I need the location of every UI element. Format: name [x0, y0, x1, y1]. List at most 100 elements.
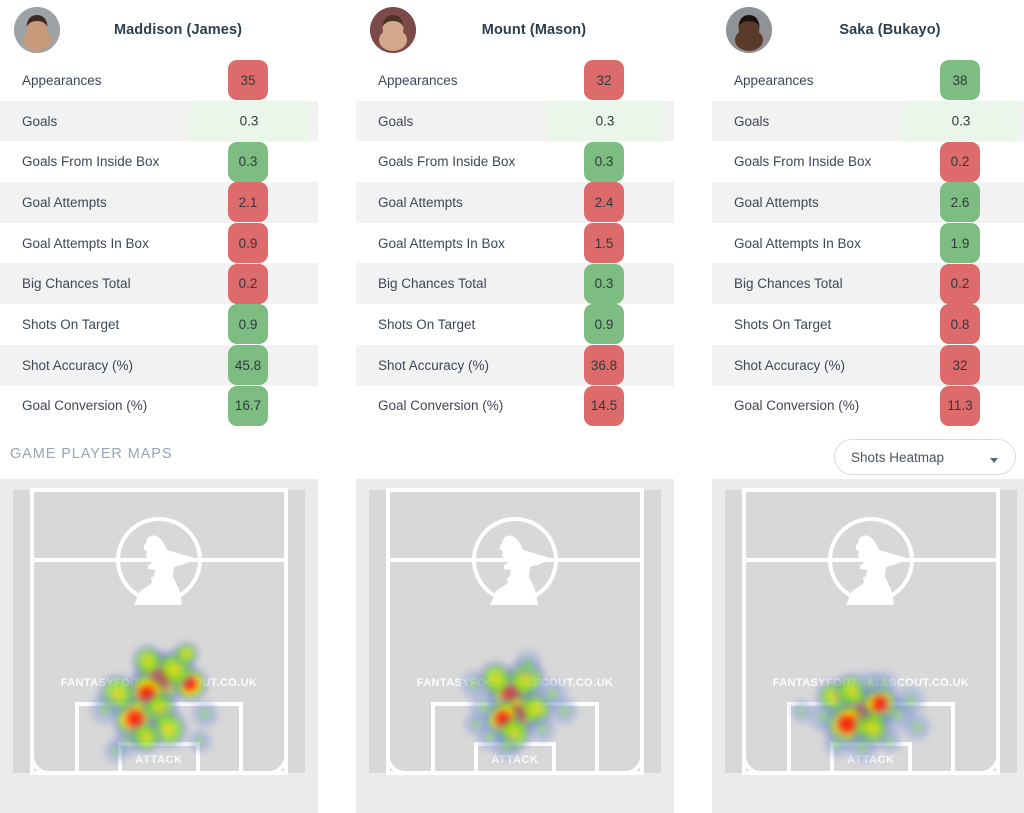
stat-value-badge: 0.3 [546, 100, 664, 142]
player-stat-column: Mount (Mason) Appearances 32 Goals 0.3 Goals … [356, 0, 674, 437]
stat-value-badge: 45.8 [228, 345, 268, 386]
stat-label: Shot Accuracy (%) [378, 357, 490, 373]
stat-label: Appearances [734, 72, 814, 88]
stat-value-badge: 0.2 [940, 141, 980, 182]
svg-text:ATTACK: ATTACK [491, 754, 538, 766]
stat-list: Appearances 32 Goals 0.3 Goals From Inside B… [356, 60, 674, 426]
player-header: Maddison (James) [0, 0, 318, 60]
player-name: Saka (Bukayo) [839, 22, 941, 38]
stat-row: Shots On Target 0.9 [0, 304, 318, 345]
player-stat-column: Maddison (James) Appearances 35 Goals 0.3 Goa… [0, 0, 318, 437]
stat-row: Goal Attempts 2.1 [0, 182, 318, 223]
stat-value-badge: 16.7 [228, 385, 268, 426]
svg-text:FANTASYFOOTBALLSCOUT.CO.UK: FANTASYFOOTBALLSCOUT.CO.UK [417, 677, 614, 689]
stat-row: Goal Attempts In Box 0.9 [0, 223, 318, 264]
player-header: Saka (Bukayo) [712, 0, 1024, 60]
stat-value-badge: 0.9 [228, 304, 268, 345]
stat-row: Appearances 32 [356, 60, 674, 101]
stat-value-badge: 0.3 [902, 100, 1020, 142]
stat-value-badge: 0.3 [584, 263, 624, 304]
stat-value-badge: 11.3 [940, 385, 980, 426]
stat-value-badge: 1.9 [940, 223, 980, 264]
stat-label: Goal Attempts In Box [378, 235, 505, 251]
stat-value-badge: 1.5 [584, 223, 624, 264]
stat-value-badge: 0.2 [228, 263, 268, 304]
stat-label: Goal Attempts [22, 194, 107, 210]
stat-row: Goal Attempts In Box 1.9 [712, 223, 1024, 264]
stat-label: Big Chances Total [378, 276, 487, 292]
stat-label: Goal Attempts In Box [22, 235, 149, 251]
stat-label: Appearances [22, 72, 102, 88]
player-stat-column: Saka (Bukayo) Appearances 38 Goals 0.3 Goals … [712, 0, 1024, 437]
svg-text:FANTASYFOOTBALLSCOUT.CO.UK: FANTASYFOOTBALLSCOUT.CO.UK [773, 677, 970, 689]
stat-list: Appearances 35 Goals 0.3 Goals From Inside B… [0, 60, 318, 426]
stat-row: Goals 0.3 [712, 100, 1024, 142]
svg-text:FANTASYFOOTBALLSCOUT.CO.UK: FANTASYFOOTBALLSCOUT.CO.UK [61, 677, 258, 689]
stat-label: Shots On Target [378, 316, 476, 332]
stat-label: Goal Attempts In Box [734, 235, 861, 251]
map-type-select[interactable]: Shots Heatmap [834, 439, 1016, 475]
stat-label: Goals From Inside Box [22, 154, 160, 170]
stat-row: Shots On Target 0.9 [356, 304, 674, 345]
stat-row: Goal Conversion (%) 11.3 [712, 385, 1024, 427]
pitch-graphic: FANTASYFOOTBALLSCOUT.CO.UK ATTACK [0, 479, 318, 797]
stat-label: Goals From Inside Box [734, 154, 872, 170]
stat-label: Shot Accuracy (%) [22, 357, 134, 373]
stat-row: Shots On Target 0.8 [712, 304, 1024, 345]
stat-row: Shot Accuracy (%) 36.8 [356, 344, 674, 386]
stat-value-badge: 2.1 [228, 182, 268, 223]
stat-value-badge: 14.5 [584, 385, 624, 426]
player-stats-section: Maddison (James) Appearances 35 Goals 0.3 Goa… [0, 0, 1024, 437]
stat-row: Goals 0.3 [0, 100, 318, 142]
stat-label: Goals From Inside Box [378, 154, 516, 170]
stat-value-badge: 0.3 [584, 141, 624, 182]
chevron-down-icon [989, 452, 999, 463]
stat-row: Goals From Inside Box 0.3 [0, 141, 318, 182]
stat-value-badge: 36.8 [584, 345, 624, 386]
stat-row: Big Chances Total 0.2 [0, 263, 318, 305]
stat-label: Shots On Target [22, 316, 120, 332]
stat-value-badge: 35 [228, 60, 268, 101]
stat-row: Shot Accuracy (%) 32 [712, 344, 1024, 386]
player-comparison-page: Maddison (James) Appearances 35 Goals 0.3 Goa… [0, 0, 1024, 813]
stat-row: Goal Attempts In Box 1.5 [356, 223, 674, 264]
stat-label: Big Chances Total [734, 276, 843, 292]
stat-row: Appearances 35 [0, 60, 318, 101]
stat-label: Goal Conversion (%) [378, 398, 504, 414]
stat-label: Big Chances Total [22, 276, 131, 292]
pitch-graphic: FANTASYFOOTBALLSCOUT.CO.UK ATTACK [712, 479, 1024, 797]
stat-label: Goal Conversion (%) [734, 398, 860, 414]
svg-text:ATTACK: ATTACK [135, 754, 182, 766]
player-map-card: FANTASYFOOTBALLSCOUT.CO.UK ATTACK [356, 479, 674, 813]
stat-value-badge: 0.8 [940, 304, 980, 345]
svg-text:ATTACK: ATTACK [847, 754, 894, 766]
stat-label: Goal Attempts [734, 194, 819, 210]
stat-label: Appearances [378, 72, 458, 88]
pitch-graphic: FANTASYFOOTBALLSCOUT.CO.UK ATTACK [356, 479, 674, 797]
stat-row: Goal Conversion (%) 16.7 [0, 385, 318, 427]
stat-label: Goals [22, 113, 58, 129]
stat-value-badge: 2.4 [584, 182, 624, 223]
stat-value-badge: 0.9 [228, 223, 268, 264]
player-avatar-saka [726, 7, 772, 53]
stat-row: Goals 0.3 [356, 100, 674, 142]
stat-value-badge: 0.2 [940, 263, 980, 304]
stat-row: Goal Conversion (%) 14.5 [356, 385, 674, 427]
stat-value-badge: 38 [940, 60, 980, 101]
stat-value-badge: 0.3 [190, 100, 308, 142]
stat-list: Appearances 38 Goals 0.3 Goals From Inside B… [712, 60, 1024, 426]
stat-value-badge: 32 [940, 345, 980, 386]
player-maps-section: FANTASYFOOTBALLSCOUT.CO.UK ATTACK FANTASYF… [0, 479, 1024, 813]
map-type-select-value: Shots Heatmap [851, 449, 945, 465]
player-map-card: FANTASYFOOTBALLSCOUT.CO.UK ATTACK [0, 479, 318, 813]
player-name: Maddison (James) [113, 22, 243, 38]
player-avatar-mount [370, 7, 416, 53]
stat-row: Goals From Inside Box 0.2 [712, 141, 1024, 182]
stat-label: Goal Conversion (%) [22, 398, 148, 414]
stat-label: Goals [734, 113, 770, 129]
player-header: Mount (Mason) [356, 0, 674, 60]
stat-label: Goal Attempts [378, 194, 463, 210]
player-avatar-maddison [14, 7, 60, 53]
stat-row: Goal Attempts 2.4 [356, 182, 674, 223]
stat-value-badge: 2.6 [940, 182, 980, 223]
